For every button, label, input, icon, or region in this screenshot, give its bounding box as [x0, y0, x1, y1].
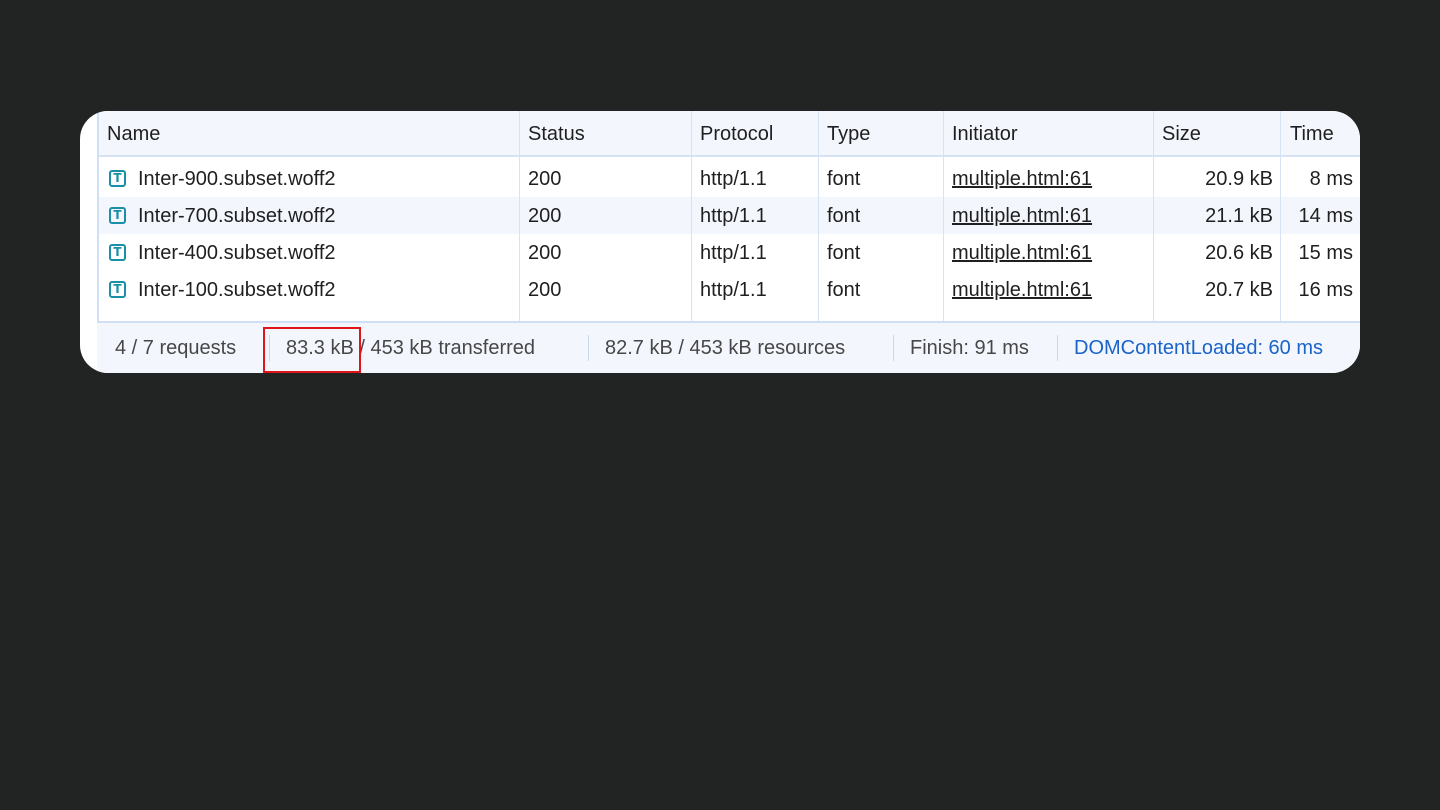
column-header-type[interactable]: Type — [827, 123, 870, 146]
request-type: font — [827, 242, 861, 264]
request-status: 200 — [528, 279, 562, 301]
request-name: Inter-700.subset.woff2 — [138, 205, 336, 227]
table-row[interactable]: T Inter-900.subset.woff2 200 http/1.1 fo… — [97, 160, 1360, 197]
request-protocol: http/1.1 — [700, 205, 767, 227]
request-time: 8 ms — [1309, 168, 1353, 190]
request-name: Inter-900.subset.woff2 — [138, 168, 336, 190]
summary-divider — [893, 335, 894, 361]
table-header: Name Status Protocol Type Initiator Size… — [97, 111, 1360, 157]
summary-requests: 4 / 7 requests — [115, 337, 237, 359]
column-header-size[interactable]: Size — [1162, 123, 1201, 146]
summary-dom-content-loaded: DOMContentLoaded: 60 ms — [1074, 337, 1324, 359]
request-initiator-link[interactable]: multiple.html:61 — [952, 279, 1092, 302]
request-time: 16 ms — [1298, 279, 1353, 301]
request-time: 15 ms — [1298, 242, 1353, 264]
font-file-icon: T — [109, 281, 126, 298]
request-time: 14 ms — [1298, 205, 1353, 227]
request-initiator-link[interactable]: multiple.html:61 — [952, 205, 1092, 228]
request-protocol: http/1.1 — [700, 168, 767, 190]
request-type: font — [827, 205, 861, 227]
request-protocol: http/1.1 — [700, 279, 767, 301]
transferred-highlight-box — [263, 327, 361, 373]
table-row[interactable]: T Inter-100.subset.woff2 200 http/1.1 fo… — [97, 271, 1360, 308]
summary-resources: 82.7 kB / 453 kB resources — [605, 337, 846, 359]
request-initiator-link[interactable]: multiple.html:61 — [952, 242, 1092, 265]
summary-divider — [588, 335, 589, 361]
table-row[interactable]: T Inter-400.subset.woff2 200 http/1.1 fo… — [97, 234, 1360, 271]
request-status: 200 — [528, 205, 562, 227]
column-header-time[interactable]: Time — [1290, 123, 1334, 146]
column-header-name[interactable]: Name — [107, 123, 160, 146]
request-status: 200 — [528, 168, 562, 190]
font-file-icon: T — [109, 244, 126, 261]
summary-divider — [1057, 335, 1058, 361]
request-size: 21.1 kB — [1205, 205, 1273, 227]
column-header-status[interactable]: Status — [528, 123, 585, 146]
request-name: Inter-400.subset.woff2 — [138, 242, 336, 264]
column-header-protocol[interactable]: Protocol — [700, 123, 773, 146]
request-initiator-link[interactable]: multiple.html:61 — [952, 168, 1092, 191]
request-status: 200 — [528, 242, 562, 264]
column-header-initiator[interactable]: Initiator — [952, 123, 1018, 146]
request-name: Inter-100.subset.woff2 — [138, 279, 336, 301]
request-size: 20.6 kB — [1205, 242, 1273, 264]
request-protocol: http/1.1 — [700, 242, 767, 264]
request-size: 20.7 kB — [1205, 279, 1273, 301]
request-type: font — [827, 279, 861, 301]
table-left-border — [97, 111, 99, 321]
font-file-icon: T — [109, 207, 126, 224]
font-file-icon: T — [109, 170, 126, 187]
request-type: font — [827, 168, 861, 190]
table-row[interactable]: T Inter-700.subset.woff2 200 http/1.1 fo… — [97, 197, 1360, 234]
summary-finish: Finish: 91 ms — [910, 337, 1029, 359]
request-size: 20.9 kB — [1205, 168, 1273, 190]
